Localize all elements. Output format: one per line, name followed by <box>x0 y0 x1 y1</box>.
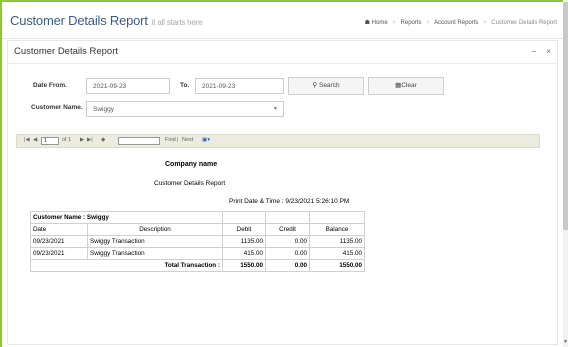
close-icon[interactable]: × <box>546 47 551 56</box>
report-title: Customer Details Report <box>154 180 226 187</box>
toolbar-separator: | <box>177 137 179 143</box>
next-page-icon[interactable]: ▶ <box>80 137 84 143</box>
breadcrumb: ☗ Home > Reports > Account Reports > Cus… <box>365 19 557 26</box>
search-icon: ⚲ <box>312 82 318 89</box>
date-from-input[interactable]: 2021-09-23 <box>86 78 170 94</box>
table-cell: 415.00 <box>309 247 365 260</box>
table-header-row: Date Description Debit Credit Balance <box>30 223 365 236</box>
report-table: Customer Name : Swiggy Date Description … <box>30 211 365 272</box>
table-cell: 09/23/2021 <box>30 247 88 260</box>
clear-button-label: Clear <box>401 82 417 89</box>
table-row: 09/23/2021 Swiggy Transaction 415.00 0.0… <box>30 247 365 260</box>
customer-name-label: Customer Name. <box>31 104 83 111</box>
table-cell <box>222 211 266 224</box>
breadcrumb-current: Customer Details Report <box>491 20 557 26</box>
scroll-down-icon[interactable]: ▼ <box>563 339 568 345</box>
clear-button[interactable]: ▦Clear <box>368 77 444 95</box>
page-title-text: Customer Details Report <box>10 13 148 28</box>
panel-tools: − × <box>523 47 551 56</box>
total-balance: 1550.00 <box>309 259 365 272</box>
page-header: Customer Details Report it all starts her… <box>2 2 563 39</box>
home-icon: ☗ <box>364 20 370 26</box>
breadcrumb-home[interactable]: Home <box>372 20 388 26</box>
total-debit: 1550.00 <box>222 259 266 272</box>
breadcrumb-separator: > <box>392 20 396 26</box>
column-header: Date <box>30 223 88 236</box>
search-button-label: Search <box>318 82 340 89</box>
page-number-input[interactable]: 1 <box>41 137 59 145</box>
table-cell: 1135.00 <box>222 235 266 248</box>
panel-header: Customer Details Report − × <box>8 41 557 64</box>
table-row: 09/23/2021 Swiggy Transaction 1135.00 0.… <box>30 235 365 248</box>
column-header: Description <box>87 223 223 236</box>
report-print-date: Print Date & Time : 9/23/2021 5:26:10 PM <box>229 198 350 205</box>
column-header: Debit <box>222 223 266 236</box>
find-input[interactable] <box>118 137 160 145</box>
total-label: Total Transaction : <box>30 259 223 272</box>
date-to-input[interactable]: 2021-09-23 <box>195 78 284 94</box>
customer-select-value: Swiggy <box>93 106 114 113</box>
first-page-icon[interactable]: |◀ <box>24 137 30 143</box>
table-cell: 0.00 <box>265 247 310 260</box>
panel-title: Customer Details Report <box>14 46 119 57</box>
total-credit: 0.00 <box>265 259 310 272</box>
table-cell: 0.00 <box>265 235 310 248</box>
scrollbar[interactable]: ▼ <box>563 0 568 347</box>
search-button[interactable]: ⚲ Search <box>288 77 364 95</box>
customer-select[interactable]: Swiggy ▼ <box>86 101 284 117</box>
column-header: Balance <box>309 223 365 236</box>
table-cell: Swiggy Transaction <box>87 247 223 260</box>
report-viewer-toolbar: |◀ ◀ 1 of 1 ▶ ▶| ◆ Find | Next ▣▾ <box>16 134 540 148</box>
table-cell <box>309 211 365 224</box>
prev-page-icon[interactable]: ◀ <box>33 137 37 143</box>
find-link[interactable]: Find <box>165 137 176 143</box>
date-from-label: Date From. <box>33 82 67 89</box>
last-page-icon[interactable]: ▶| <box>87 137 93 143</box>
table-cell: 1135.00 <box>309 235 365 248</box>
page-subtitle: it all starts here <box>151 18 203 27</box>
column-header: Credit <box>265 223 310 236</box>
table-cell <box>265 211 310 224</box>
report-company-name: Company name <box>165 161 218 168</box>
page-count: of 1 <box>62 137 72 143</box>
table-cell: 415.00 <box>222 247 266 260</box>
chevron-down-icon: ▼ <box>273 106 278 112</box>
minimize-icon[interactable]: − <box>531 47 536 56</box>
breadcrumb-separator: > <box>483 20 487 26</box>
back-icon[interactable]: ◆ <box>101 137 105 143</box>
next-link[interactable]: Next <box>182 137 193 143</box>
breadcrumb-account-reports[interactable]: Account Reports <box>434 20 478 26</box>
table-cell: 09/23/2021 <box>30 235 88 248</box>
breadcrumb-reports[interactable]: Reports <box>401 20 422 26</box>
customer-header-cell: Customer Name : Swiggy <box>30 211 223 224</box>
table-row: Customer Name : Swiggy <box>30 211 365 224</box>
page-title: Customer Details Report it all starts her… <box>10 13 203 28</box>
breadcrumb-separator: > <box>426 20 430 26</box>
table-cell: Swiggy Transaction <box>87 235 223 248</box>
to-label: To. <box>180 82 190 89</box>
scrollbar-thumb[interactable] <box>563 2 568 230</box>
save-export-icon[interactable]: ▣▾ <box>202 137 210 143</box>
table-total-row: Total Transaction : 1550.00 0.00 1550.00 <box>30 259 365 272</box>
